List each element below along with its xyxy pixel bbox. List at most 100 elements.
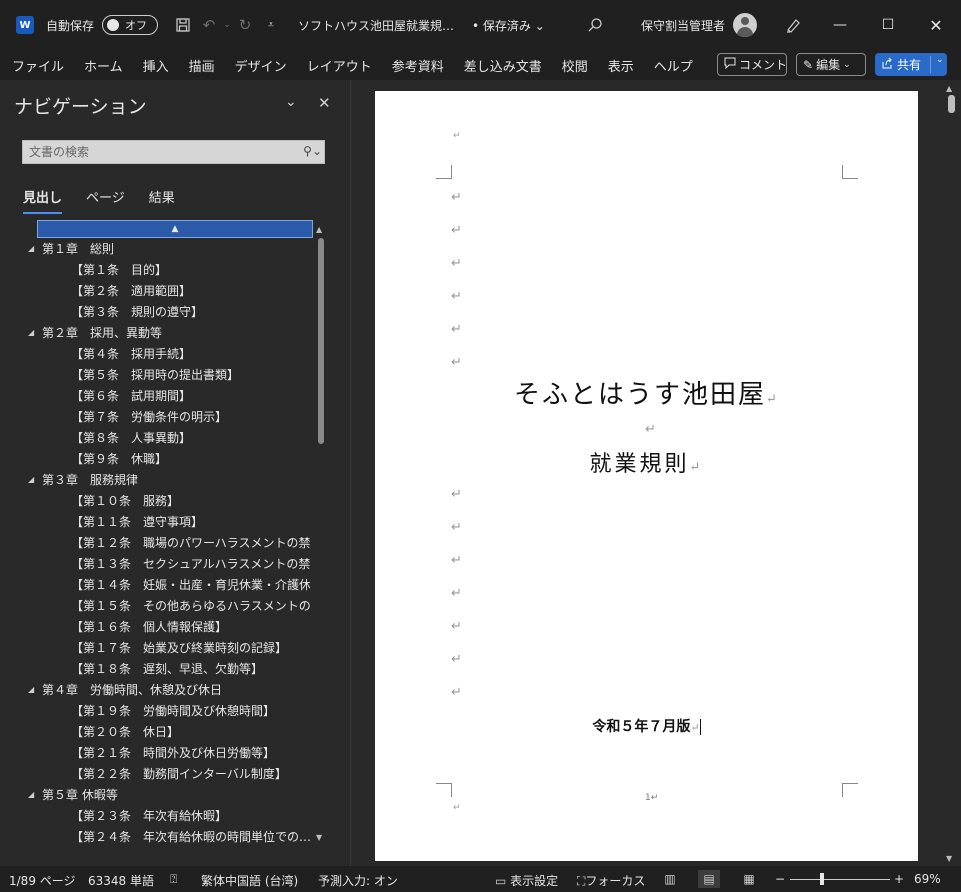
read-mode-icon[interactable]: ▥ bbox=[659, 870, 681, 888]
nav-article-item[interactable]: 【第１１条 遵守事項】 bbox=[0, 511, 310, 532]
collapse-all-bar[interactable]: ▲ bbox=[37, 220, 313, 238]
display-settings-label: 表示設定 bbox=[510, 874, 559, 888]
nav-article-item[interactable]: 【第２２条 勤務間インターバル制度】 bbox=[0, 763, 310, 784]
avatar[interactable] bbox=[733, 13, 757, 37]
nav-article-item[interactable]: 【第７条 労働条件の明示】 bbox=[0, 406, 310, 427]
document-scrollbar-thumb[interactable] bbox=[948, 95, 955, 113]
user-name[interactable]: 保守割当管理者 bbox=[641, 17, 725, 34]
proofing-icon[interactable]: ⍰ bbox=[170, 872, 177, 887]
tab-references[interactable]: 参考資料 bbox=[382, 56, 454, 75]
tab-review[interactable]: 校閲 bbox=[552, 56, 598, 75]
tab-design[interactable]: デザイン bbox=[225, 56, 297, 75]
share-button[interactable]: 共有 ⌄ bbox=[875, 53, 947, 76]
zoom-slider-track[interactable] bbox=[790, 879, 890, 880]
save-status[interactable]: • 保存済み ⌄ bbox=[472, 17, 545, 34]
autosave-toggle[interactable]: オフ bbox=[102, 15, 159, 35]
page-count[interactable]: 1/89 ページ bbox=[9, 872, 76, 889]
nav-article-item[interactable]: 【第１９条 労働時間及び休憩時間】 bbox=[0, 700, 310, 721]
nav-article-item[interactable]: 【第９条 休職】 bbox=[0, 448, 310, 469]
minimize-icon[interactable]: — bbox=[827, 12, 853, 38]
document-page[interactable]: ↵ ↵ ↵ ↵ ↵ ↵ ↵ そふとはうす池田屋↵ ↵ 就業規則↵ ↵ ↵ ↵ ↵… bbox=[375, 91, 918, 861]
nav-chapter-item[interactable]: ◢ 第１章 総則 bbox=[0, 238, 310, 259]
zoom-out-button[interactable]: − bbox=[775, 872, 785, 886]
chevron-down-icon[interactable]: ⌄ bbox=[285, 94, 297, 110]
comment-button[interactable]: コメント bbox=[717, 53, 787, 76]
tab-pages[interactable]: ページ bbox=[86, 187, 125, 214]
pen-icon[interactable] bbox=[780, 12, 806, 38]
predictive-input-status[interactable]: 予測入力: オン bbox=[318, 872, 398, 889]
crop-mark bbox=[436, 783, 452, 797]
expand-triangle-icon[interactable]: ◢ bbox=[28, 790, 42, 799]
chevron-down-icon[interactable]: ⌄ bbox=[936, 55, 944, 65]
maximize-icon[interactable]: ☐ bbox=[875, 12, 901, 38]
nav-article-item[interactable]: 【第１８条 遅刻、早退、欠勤等】 bbox=[0, 658, 310, 679]
nav-scrollbar-thumb[interactable] bbox=[318, 238, 324, 444]
search-icon[interactable]: ⚲⌄ bbox=[303, 144, 322, 158]
expand-triangle-icon[interactable]: ◢ bbox=[28, 685, 42, 694]
heading-tree: ◢ 第１章 総則 【第１条 目的】 【第２条 適用範囲】 【第３条 規則の遵守】 ◢ 第２章… bbox=[0, 238, 310, 847]
nav-article-item[interactable]: 【第２１条 時間外及び休日労働等】 bbox=[0, 742, 310, 763]
undo-dropdown-icon[interactable]: ⌄ bbox=[222, 12, 232, 38]
close-icon[interactable]: ✕ bbox=[318, 94, 331, 112]
nav-article-item[interactable]: 【第１２条 職場のパワーハラスメントの禁止】 bbox=[0, 532, 310, 553]
nav-article-item[interactable]: 【第２条 適用範囲】 bbox=[0, 280, 310, 301]
nav-article-item[interactable]: 【第６条 試用期間】 bbox=[0, 385, 310, 406]
nav-article-item[interactable]: 【第２３条 年次有給休暇】 bbox=[0, 805, 310, 826]
word-count[interactable]: 63348 単語 bbox=[88, 872, 154, 889]
nav-chapter-item[interactable]: ◢ 第４章 労働時間、休憩及び休日 bbox=[0, 679, 310, 700]
nav-article-item[interactable]: 【第１５条 その他あらゆるハラスメントの禁止】 bbox=[0, 595, 310, 616]
nav-chapter-item[interactable]: ◢ 第２章 採用、異動等 bbox=[0, 322, 310, 343]
scroll-down-icon[interactable]: ▼ bbox=[946, 854, 952, 863]
tab-headings[interactable]: 見出し bbox=[23, 187, 63, 214]
nav-article-item[interactable]: 【第１３条 セクシュアルハラスメントの禁止】 bbox=[0, 553, 310, 574]
zoom-slider-thumb[interactable] bbox=[820, 873, 824, 885]
search-icon[interactable] bbox=[582, 12, 608, 38]
tab-mailings[interactable]: 差し込み文書 bbox=[454, 56, 552, 75]
tab-results[interactable]: 結果 bbox=[149, 187, 175, 214]
document-search[interactable]: ⚲⌄ bbox=[22, 140, 325, 164]
zoom-in-button[interactable]: + bbox=[894, 872, 904, 886]
save-icon[interactable] bbox=[170, 12, 196, 38]
print-layout-icon[interactable]: ▤ bbox=[698, 870, 720, 888]
search-input[interactable] bbox=[29, 145, 289, 159]
close-icon[interactable]: ✕ bbox=[923, 12, 949, 38]
tab-help[interactable]: ヘルプ bbox=[644, 56, 703, 75]
nav-article-item[interactable]: 【第１６条 個人情報保護】 bbox=[0, 616, 310, 637]
undo-icon[interactable]: ↶ bbox=[196, 12, 222, 38]
tab-file[interactable]: ファイル bbox=[0, 56, 74, 75]
nav-chapter-item[interactable]: ◢ 第３章 服務規律 bbox=[0, 469, 310, 490]
expand-triangle-icon[interactable]: ◢ bbox=[28, 475, 42, 484]
nav-article-item[interactable]: 【第２４条 年次有給休暇の時間単位での… bbox=[0, 826, 310, 847]
nav-article-item[interactable]: 【第８条 人事異動】 bbox=[0, 427, 310, 448]
nav-article-item[interactable]: 【第１０条 服務】 bbox=[0, 490, 310, 511]
nav-chapter-item[interactable]: ◢ 第５章 休暇等 bbox=[0, 784, 310, 805]
display-settings-button[interactable]: ▭ 表示設定 bbox=[495, 872, 558, 889]
tab-layout[interactable]: レイアウト bbox=[297, 56, 382, 75]
scroll-up-icon[interactable]: ▲ bbox=[316, 225, 322, 234]
nav-article-item[interactable]: 【第５条 採用時の提出書類】 bbox=[0, 364, 310, 385]
zoom-level[interactable]: 69% bbox=[914, 872, 941, 886]
tab-home[interactable]: ホーム bbox=[74, 56, 133, 75]
nav-tabs: 見出し ページ 結果 bbox=[23, 187, 175, 214]
document-title[interactable]: ソフトハウス池田屋就業規… bbox=[298, 17, 454, 34]
scroll-up-icon[interactable]: ▲ bbox=[946, 84, 952, 93]
tab-draw[interactable]: 描画 bbox=[179, 56, 225, 75]
expand-triangle-icon[interactable]: ◢ bbox=[28, 328, 42, 337]
edit-button[interactable]: ✎ 編集 ⌄ bbox=[796, 53, 866, 76]
scroll-down-icon[interactable]: ▼ bbox=[316, 833, 322, 842]
nav-article-item[interactable]: 【第３条 規則の遵守】 bbox=[0, 301, 310, 322]
nav-article-item[interactable]: 【第２０条 休日】 bbox=[0, 721, 310, 742]
redo-icon[interactable]: ↻ bbox=[232, 12, 258, 38]
web-layout-icon[interactable]: ▦ bbox=[738, 870, 760, 888]
nav-article-item[interactable]: 【第４条 採用手続】 bbox=[0, 343, 310, 364]
paragraph-mark: ↵ bbox=[451, 685, 462, 700]
tab-view[interactable]: 表示 bbox=[598, 56, 644, 75]
tab-insert[interactable]: 挿入 bbox=[133, 56, 179, 75]
nav-article-item[interactable]: 【第１条 目的】 bbox=[0, 259, 310, 280]
nav-article-item[interactable]: 【第１７条 始業及び終業時刻の記録】 bbox=[0, 637, 310, 658]
expand-triangle-icon[interactable]: ◢ bbox=[28, 244, 42, 253]
nav-article-item[interactable]: 【第１４条 妊娠・出産・育児休業・介護休… bbox=[0, 574, 310, 595]
customize-icon[interactable]: ⩡ bbox=[258, 12, 284, 38]
focus-button[interactable]: ⛶フォーカス bbox=[577, 872, 645, 889]
language-status[interactable]: 繁体中国語 (台湾) bbox=[201, 872, 298, 889]
